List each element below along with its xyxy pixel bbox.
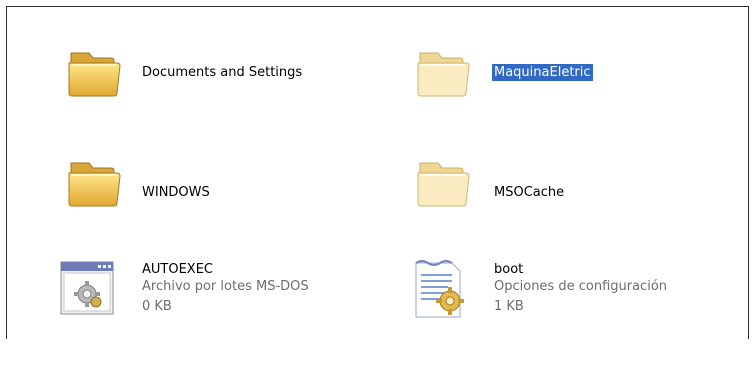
batch-file-icon — [60, 261, 114, 315]
file-name-label: boot — [494, 262, 524, 277]
file-name-label: AUTOEXEC — [142, 262, 213, 277]
folder-icon — [68, 162, 121, 207]
config-file-icon — [415, 260, 464, 318]
file-name-label-selected: MaquinaEletric — [492, 64, 593, 81]
file-name-label: Documents and Settings — [142, 65, 303, 80]
folder-icon — [417, 52, 470, 97]
file-view-frame: Documents and Settings MaquinaEletric WI… — [6, 6, 749, 339]
file-type-label: Opciones de configuración — [494, 279, 668, 294]
file-size-label: 1 KB — [494, 299, 524, 314]
file-type-label: Archivo por lotes MS-DOS — [142, 279, 309, 294]
file-name-label: MSOCache — [494, 185, 565, 200]
file-name-label: WINDOWS — [142, 185, 210, 200]
file-size-label: 0 KB — [142, 299, 172, 314]
folder-icon — [417, 162, 470, 207]
folder-icon — [68, 52, 121, 97]
